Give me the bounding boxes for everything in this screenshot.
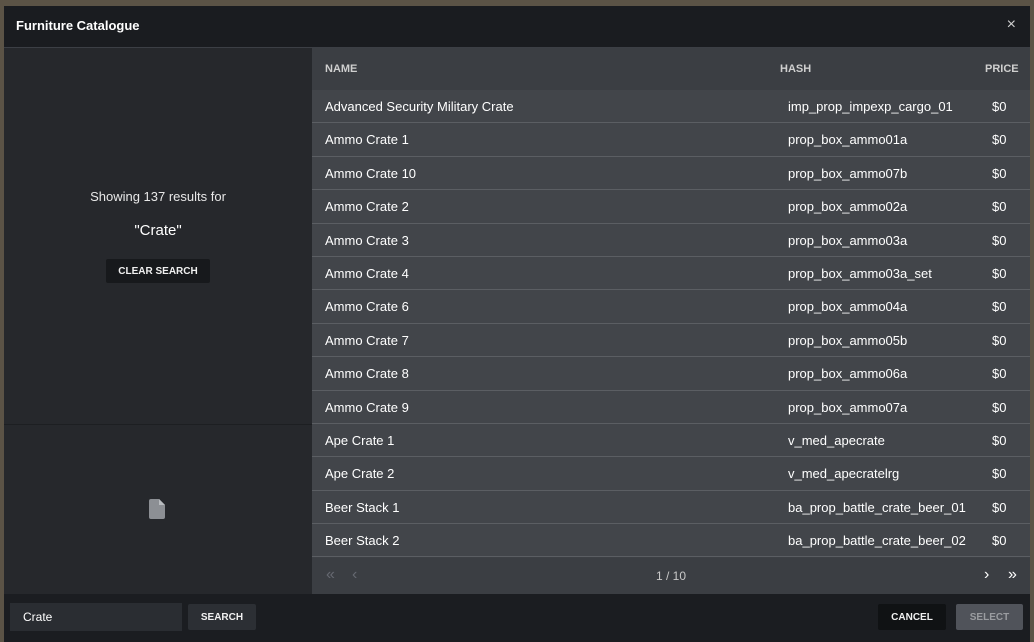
cell-name: Ammo Crate 6 (325, 299, 409, 315)
cell-name: Ape Crate 2 (325, 466, 395, 482)
table-header: NAME HASH PRICE (312, 48, 1030, 92)
cell-name: Ammo Crate 9 (325, 399, 409, 415)
file-icon (149, 499, 165, 524)
cell-price: $0 (992, 533, 1007, 549)
cell-hash: prop_box_ammo03a (788, 232, 908, 248)
table-row[interactable]: Ammo Crate 4 prop_box_ammo03a_set $0 (312, 256, 1030, 291)
cell-name: Ammo Crate 1 (325, 132, 409, 148)
table-row[interactable]: Advanced Security Military Crate imp_prop… (312, 90, 1030, 124)
search-summary-panel: Showing 137 results for "Crate" CLEAR SE… (4, 48, 312, 594)
cell-name: Ammo Crate 8 (325, 366, 409, 382)
last-page-icon[interactable]: » (1008, 566, 1017, 584)
cell-hash: v_med_apecratelrg (788, 466, 900, 482)
search-button[interactable]: SEARCH (188, 604, 256, 630)
window-title: Furniture Catalogue (16, 18, 140, 33)
table-row[interactable]: Ape Crate 1 v_med_apecrate $0 (312, 423, 1030, 458)
furniture-catalogue-window: Furniture Catalogue × Showing 137 result… (4, 6, 1030, 642)
table-row[interactable]: Beer Stack 1 ba_prop_battle_crate_beer_01… (312, 490, 1030, 525)
table-row[interactable]: Ape Crate 2 v_med_apecratelrg $0 (312, 457, 1030, 491)
table-row[interactable]: Ammo Crate 8 prop_box_ammo06a $0 (312, 357, 1030, 391)
next-page-icon[interactable]: › (984, 566, 989, 584)
table-body: Advanced Security Military Crate imp_prop… (312, 90, 1030, 558)
cell-price: $0 (992, 199, 1007, 215)
cell-hash: ba_prop_battle_crate_beer_02 (788, 533, 966, 549)
footer-bar: SEARCH CANCEL SELECT (4, 594, 1030, 642)
cell-name: Beer Stack 1 (325, 499, 400, 515)
cell-price: $0 (992, 132, 1007, 148)
table-row[interactable]: Ammo Crate 1 prop_box_ammo01a $0 (312, 123, 1030, 157)
cell-name: Advanced Security Military Crate (325, 99, 514, 114)
cell-hash: v_med_apecrate (788, 432, 885, 448)
table-row[interactable]: Beer Stack 2 ba_prop_battle_crate_beer_02… (312, 524, 1030, 558)
clear-search-button[interactable]: CLEAR SEARCH (106, 259, 210, 283)
pagination-bar: « ‹ 1 / 10 › » (312, 558, 1030, 594)
column-header-hash[interactable]: HASH (780, 63, 811, 75)
cell-hash: prop_box_ammo03a_set (788, 265, 932, 281)
cell-name: Ammo Crate 4 (325, 265, 409, 281)
cancel-button[interactable]: CANCEL (878, 604, 946, 630)
title-bar: Furniture Catalogue × (4, 6, 1030, 47)
close-icon[interactable]: × (1007, 16, 1016, 34)
cell-hash: prop_box_ammo06a (788, 366, 908, 382)
cell-hash: imp_prop_impexp_cargo_01 (788, 99, 953, 114)
cell-name: Ammo Crate 10 (325, 165, 417, 181)
cell-price: $0 (992, 332, 1007, 348)
table-row[interactable]: Ammo Crate 2 prop_box_ammo02a $0 (312, 190, 1030, 224)
table-row[interactable]: Ammo Crate 7 prop_box_ammo05b $0 (312, 323, 1030, 358)
cell-price: $0 (992, 399, 1007, 415)
cell-hash: ba_prop_battle_crate_beer_01 (788, 499, 966, 515)
cell-hash: prop_box_ammo01a (788, 132, 908, 148)
table-row[interactable]: Ammo Crate 3 prop_box_ammo03a $0 (312, 223, 1030, 257)
search-input[interactable] (10, 603, 182, 631)
cell-price: $0 (992, 299, 1007, 315)
cell-price: $0 (992, 499, 1007, 515)
cell-hash: prop_box_ammo02a (788, 199, 908, 215)
page-indicator: 1 / 10 (655, 569, 687, 583)
furniture-table: NAME HASH PRICE Advanced Security Milita… (312, 48, 1030, 594)
cell-price: $0 (992, 466, 1007, 482)
panel-divider (4, 424, 312, 425)
cell-hash: prop_box_ammo07b (788, 165, 908, 181)
cell-hash: prop_box_ammo07a (788, 399, 908, 415)
cell-name: Ammo Crate 7 (325, 332, 409, 348)
cell-hash: prop_box_ammo05b (788, 332, 908, 348)
table-row[interactable]: Ammo Crate 10 prop_box_ammo07b $0 (312, 156, 1030, 191)
table-row[interactable]: Ammo Crate 6 prop_box_ammo04a $0 (312, 290, 1030, 324)
search-query-display: "Crate" (134, 222, 182, 239)
cell-name: Ammo Crate 3 (325, 232, 409, 248)
cell-price: $0 (992, 366, 1007, 382)
table-row[interactable]: Ammo Crate 9 prop_box_ammo07a $0 (312, 390, 1030, 424)
select-button[interactable]: SELECT (956, 604, 1023, 630)
cell-price: $0 (992, 165, 1007, 181)
cell-name: Ape Crate 1 (325, 432, 395, 448)
cell-name: Ammo Crate 2 (325, 199, 409, 215)
cell-price: $0 (992, 99, 1007, 114)
cell-price: $0 (992, 265, 1007, 281)
cell-name: Beer Stack 2 (325, 533, 400, 549)
cell-price: $0 (992, 232, 1007, 248)
cell-price: $0 (992, 432, 1007, 448)
cell-hash: prop_box_ammo04a (788, 299, 908, 315)
column-header-name[interactable]: NAME (325, 63, 357, 75)
results-count-text: Showing 137 results for (90, 189, 226, 204)
column-header-price[interactable]: PRICE (985, 63, 1019, 75)
